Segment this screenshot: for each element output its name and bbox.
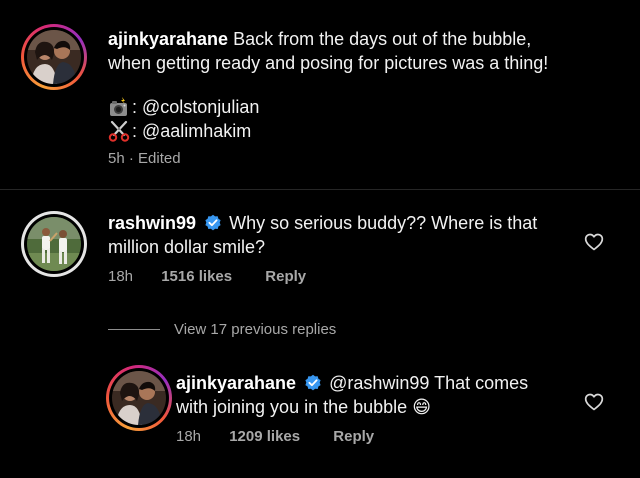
divider [0, 189, 640, 190]
avatar-rashwin99[interactable] [21, 211, 87, 277]
verified-badge-icon [304, 374, 322, 392]
caption-line-2: when getting ready and posing for pictur… [108, 53, 549, 73]
photo-credit: : @colstonjulian [108, 95, 548, 119]
heart-icon[interactable] [584, 232, 604, 252]
verified-badge-icon [204, 214, 222, 232]
reply-line-1: @rashwin99 That comes [329, 373, 529, 393]
avatar-photo [27, 30, 81, 84]
avatar-photo [112, 371, 166, 425]
avatar-ajinkyarahane[interactable] [21, 24, 87, 90]
caption-text: ajinkyarahane Back from the days out of … [108, 27, 548, 143]
comment-line-1: Why so serious buddy?? Where is that [229, 213, 538, 233]
view-replies-label[interactable]: View 17 previous replies [174, 321, 336, 338]
reply-likes[interactable]: 1209 likes [229, 428, 300, 445]
edited-label: Edited [138, 150, 181, 167]
style-credit-handle[interactable]: : @aalimhakim [132, 119, 251, 143]
username[interactable]: ajinkyarahane [108, 29, 228, 49]
reply-button[interactable]: Reply [333, 428, 374, 445]
replies-line [108, 328, 160, 330]
caption-line-1: Back from the days out of the bubble, [233, 29, 532, 49]
reply-time: 18h [176, 428, 202, 445]
avatar-photo [27, 217, 81, 271]
grinning-emoji: 😄 [412, 397, 431, 417]
comment-username[interactable]: rashwin99 [108, 213, 196, 233]
avatar-ajinkyarahane-reply[interactable] [106, 365, 172, 431]
reply-line-2: with joining you in the bubble [176, 397, 408, 417]
meta-separator: · [128, 150, 134, 167]
comment-time: 18h [108, 268, 134, 285]
comment-line-2: million dollar smile? [108, 237, 266, 257]
view-previous-replies[interactable]: View 17 previous replies [108, 318, 336, 340]
reply-meta: 18h 1209 likes Reply [176, 428, 374, 446]
comment-likes[interactable]: 1516 likes [161, 268, 232, 285]
post-caption: ajinkyarahane Back from the days out of … [0, 0, 640, 190]
reply-button[interactable]: Reply [265, 268, 306, 285]
comment-text: rashwin99 Why so serious buddy?? Where i… [108, 211, 537, 259]
post-meta: 5h · Edited [108, 150, 181, 168]
camera-flash-icon [108, 96, 130, 118]
style-credit: : @aalimhakim [108, 119, 548, 143]
comment-meta: 18h 1516 likes Reply [108, 268, 306, 286]
scissors-icon [108, 120, 130, 142]
reply-username[interactable]: ajinkyarahane [176, 373, 296, 393]
photo-credit-handle[interactable]: : @colstonjulian [132, 95, 259, 119]
heart-icon[interactable] [584, 392, 604, 412]
post-time: 5h [108, 150, 125, 167]
reply-text: ajinkyarahane @rashwin99 That comes with… [176, 371, 528, 419]
